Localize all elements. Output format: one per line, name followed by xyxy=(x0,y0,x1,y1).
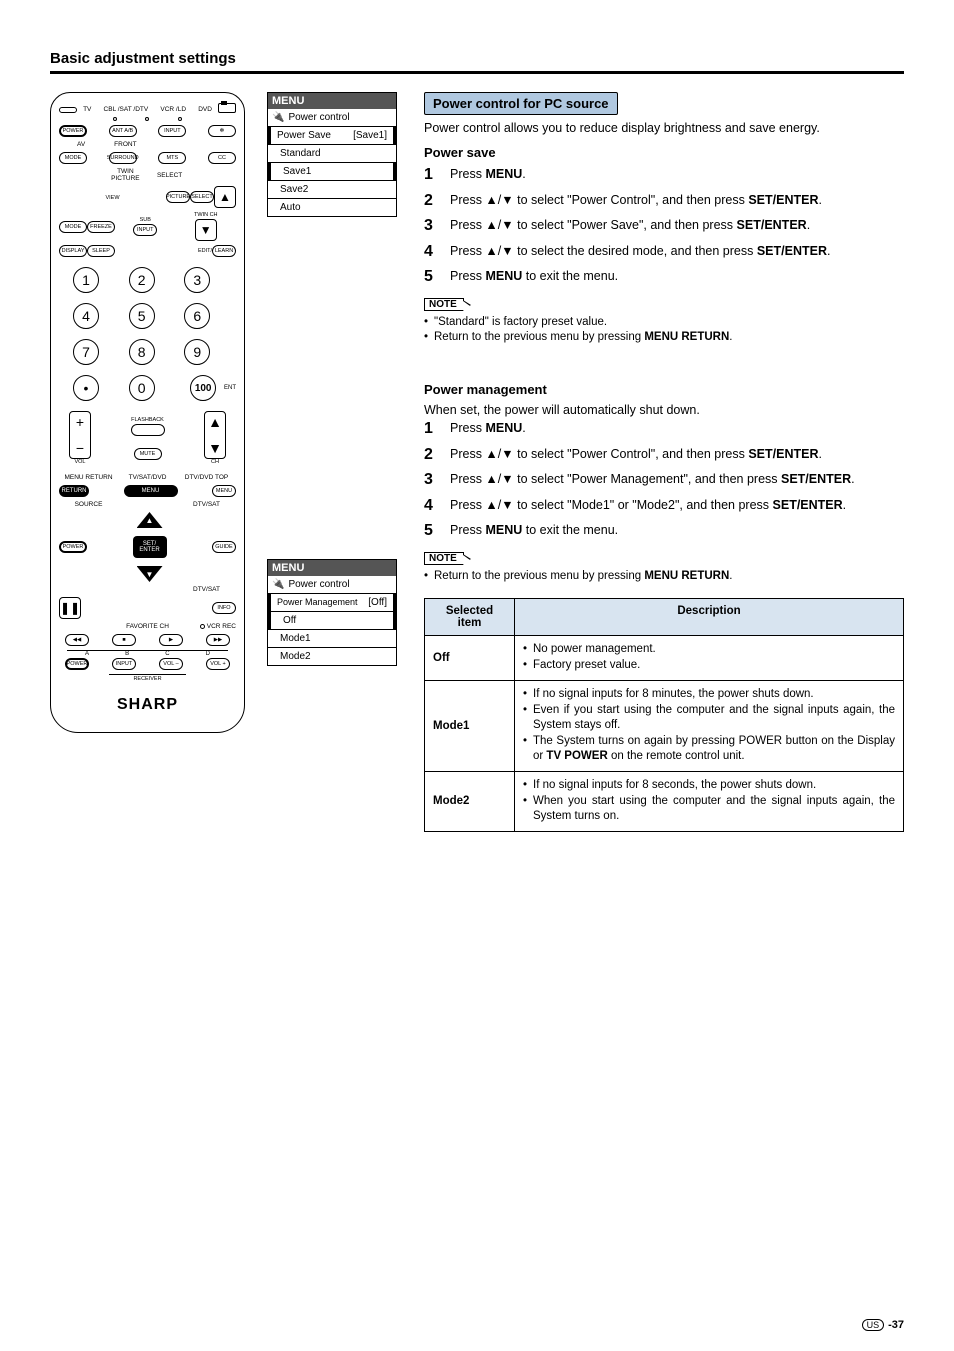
power-save-steps: 1Press MENU. 2Press ▲/▼ to select "Power… xyxy=(424,166,904,286)
page-number: US -37 xyxy=(862,1319,904,1331)
power-save-heading: Power save xyxy=(424,145,904,160)
power-mgmt-intro: When set, the power will automatically s… xyxy=(424,403,904,417)
sharp-logo: SHARP xyxy=(59,696,236,714)
feature-title: Power control for PC source xyxy=(424,92,618,115)
plug-icon: 🔌 xyxy=(272,112,284,123)
note-label: NOTE xyxy=(424,298,464,311)
plug-icon: 🔌 xyxy=(272,579,284,590)
menu-power-management: MENU 🔌Power control Power Management[Off… xyxy=(267,559,397,666)
power-mgmt-steps: 1Press MENU. 2Press ▲/▼ to select "Power… xyxy=(424,420,904,540)
note-label: NOTE xyxy=(424,552,464,565)
remote-control-diagram: TV CBL /SAT /DTV VCR /LD DVD POWER ANT A… xyxy=(50,92,245,733)
intro-text: Power control allows you to reduce displ… xyxy=(424,121,904,135)
power-save-notes: "Standard" is factory preset value. Retu… xyxy=(424,315,904,346)
nav-dpad: ▲ ▼ SET/ ENTER xyxy=(105,512,195,582)
power-mgmt-table: Selected itemDescription Off No power ma… xyxy=(424,598,904,831)
page-section-title: Basic adjustment settings xyxy=(50,50,904,67)
power-mgmt-notes: Return to the previous menu by pressing … xyxy=(424,569,904,585)
menu-power-save: MENU 🔌Power control Power Save[Save1] St… xyxy=(267,92,397,217)
btn-power: POWER xyxy=(59,125,87,137)
power-mgmt-heading: Power management xyxy=(424,382,904,397)
numpad: 1 2 3 4 5 6 7 8 9 • 0 100ENT xyxy=(59,261,236,407)
section-divider xyxy=(50,71,904,74)
